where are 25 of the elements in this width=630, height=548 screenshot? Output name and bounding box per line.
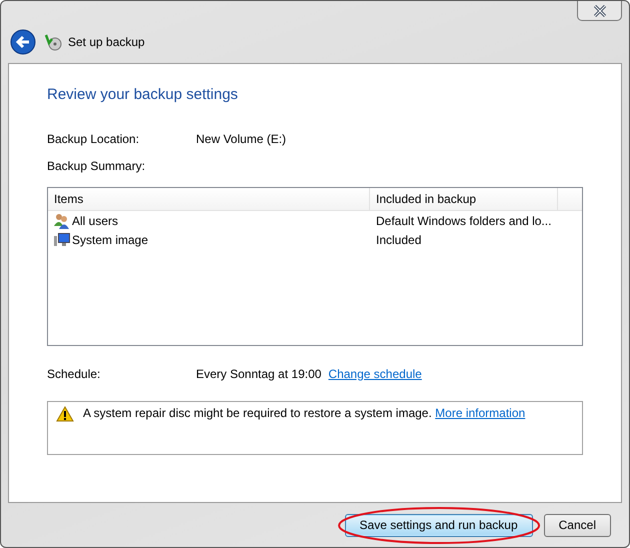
column-header[interactable]: Items	[48, 188, 370, 210]
dialog-button[interactable]: Cancel	[544, 514, 611, 536]
close-icon	[592, 4, 608, 16]
more-information-link[interactable]: More information	[435, 406, 526, 420]
backup-icon	[44, 33, 62, 51]
close-button[interactable]	[577, 1, 622, 21]
field-label: Backup Summary:	[47, 158, 146, 172]
warning-text: A system repair disc might be required to restore a system image. More information	[83, 406, 526, 420]
field-value: Every Sonntag at 19:00	[196, 366, 322, 380]
table-cell: All users	[72, 214, 118, 228]
computer-icon	[54, 232, 70, 248]
field-label: Backup Location:	[47, 132, 140, 146]
warning-icon	[56, 406, 74, 422]
field-value: New Volume (E:)	[196, 132, 286, 146]
table-cell: System image	[72, 232, 148, 246]
table-cell: Default Windows folders and lo...	[376, 214, 552, 228]
column-header[interactable]: Included in backup	[370, 188, 558, 210]
page-heading: Review your backup settings	[47, 86, 239, 103]
dialog-button[interactable]: Save settings and run backup	[344, 514, 533, 536]
users-icon	[54, 212, 70, 228]
table-cell: Included	[376, 232, 422, 246]
change-schedule-link[interactable]: Change schedule	[328, 366, 422, 380]
field-label: Schedule:	[47, 366, 102, 380]
window-title: Set up backup	[68, 35, 145, 49]
back-button[interactable]	[10, 29, 36, 55]
